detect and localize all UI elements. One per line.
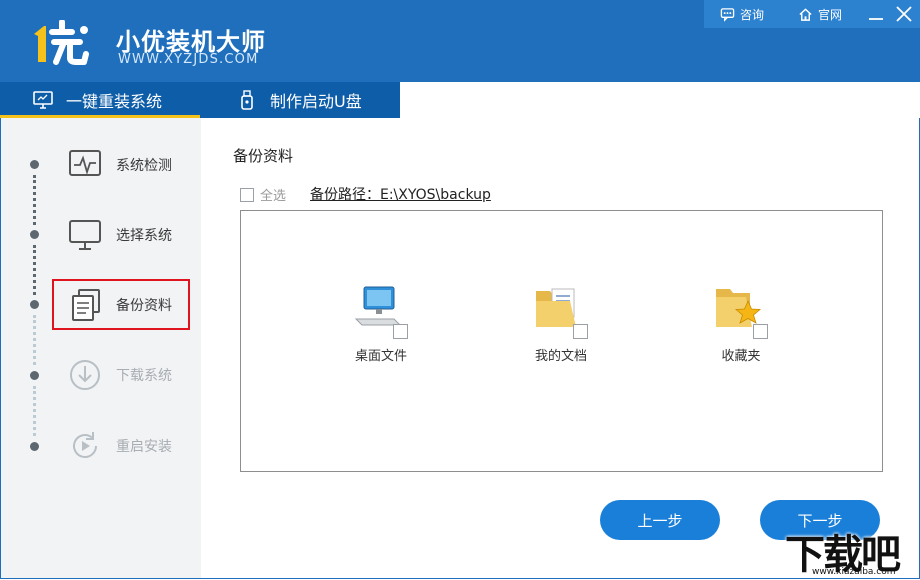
step-connector	[33, 175, 39, 225]
home-icon	[799, 7, 812, 21]
page-title: 备份资料	[233, 147, 294, 165]
item-checkbox[interactable]	[393, 324, 408, 339]
backup-item-documents[interactable]: 我的文档	[516, 283, 606, 364]
backup-path-link[interactable]: 备份路径：E:\XYOS\backup	[310, 184, 491, 204]
website-label: 官网	[818, 7, 843, 22]
step-label: 选择系统	[116, 228, 172, 244]
title-bar-controls: 咨询 官网	[704, 0, 920, 28]
backup-item-favorites[interactable]: 收藏夹	[696, 283, 786, 364]
item-label: 桌面文件	[354, 349, 407, 364]
step-dot	[30, 442, 39, 451]
watermark-url: www.xiazaiba.com	[812, 567, 896, 577]
step-connector	[33, 315, 39, 365]
pulse-monitor-icon	[69, 150, 101, 176]
monitor-icon	[33, 91, 53, 109]
step-label: 下载系统	[116, 368, 172, 384]
item-label: 我的文档	[534, 349, 587, 364]
tab-reinstall-system[interactable]: 一键重装系统	[0, 82, 201, 118]
restart-icon	[73, 432, 97, 458]
step-label: 重启安装	[116, 439, 172, 455]
chat-icon	[720, 7, 735, 22]
close-button[interactable]	[892, 2, 916, 26]
step-dot	[30, 300, 39, 309]
documents-icon	[72, 288, 100, 321]
step-backup-data: 备份资料	[52, 279, 190, 330]
backup-item-desktop[interactable]: 桌面文件	[336, 283, 426, 364]
item-checkbox[interactable]	[753, 324, 768, 339]
select-all-checkbox[interactable]: 全选	[240, 185, 286, 204]
step-dot	[30, 371, 39, 380]
step-label: 系统检测	[116, 158, 172, 174]
step-select-system: 选择系统	[52, 210, 190, 260]
consult-link[interactable]: 咨询	[720, 5, 764, 23]
minimize-button[interactable]	[864, 2, 888, 26]
step-restart-install: 重启安装	[52, 421, 190, 471]
logo-icon	[34, 20, 89, 65]
app-url: WWW.XYZJDS.COM	[118, 52, 259, 67]
tab-label: 一键重装系统	[66, 92, 163, 111]
step-connector	[33, 386, 39, 436]
select-all-label: 全选	[260, 189, 287, 204]
item-label: 收藏夹	[721, 349, 761, 364]
step-system-check: 系统检测	[52, 140, 190, 190]
tab-label: 制作启动U盘	[270, 92, 362, 111]
step-download-system: 下载系统	[52, 350, 190, 400]
monitor-icon	[69, 220, 101, 250]
usb-icon	[241, 90, 253, 110]
checkbox-box[interactable]	[240, 187, 254, 202]
step-dot	[30, 230, 39, 239]
tab-bar: 一键重装系统 制作启动U盘	[0, 82, 400, 118]
item-checkbox[interactable]	[573, 324, 588, 339]
step-connector	[33, 245, 39, 295]
tab-make-usb[interactable]: 制作启动U盘	[236, 82, 362, 118]
website-link[interactable]: 官网	[798, 5, 842, 23]
step-dot	[30, 160, 39, 169]
download-icon	[70, 360, 100, 390]
consult-label: 咨询	[740, 7, 765, 22]
previous-step-button[interactable]: 上一步	[600, 500, 720, 540]
backup-items-panel: 桌面文件 我的文档 收藏夹	[240, 210, 883, 472]
step-label: 备份资料	[116, 297, 172, 314]
